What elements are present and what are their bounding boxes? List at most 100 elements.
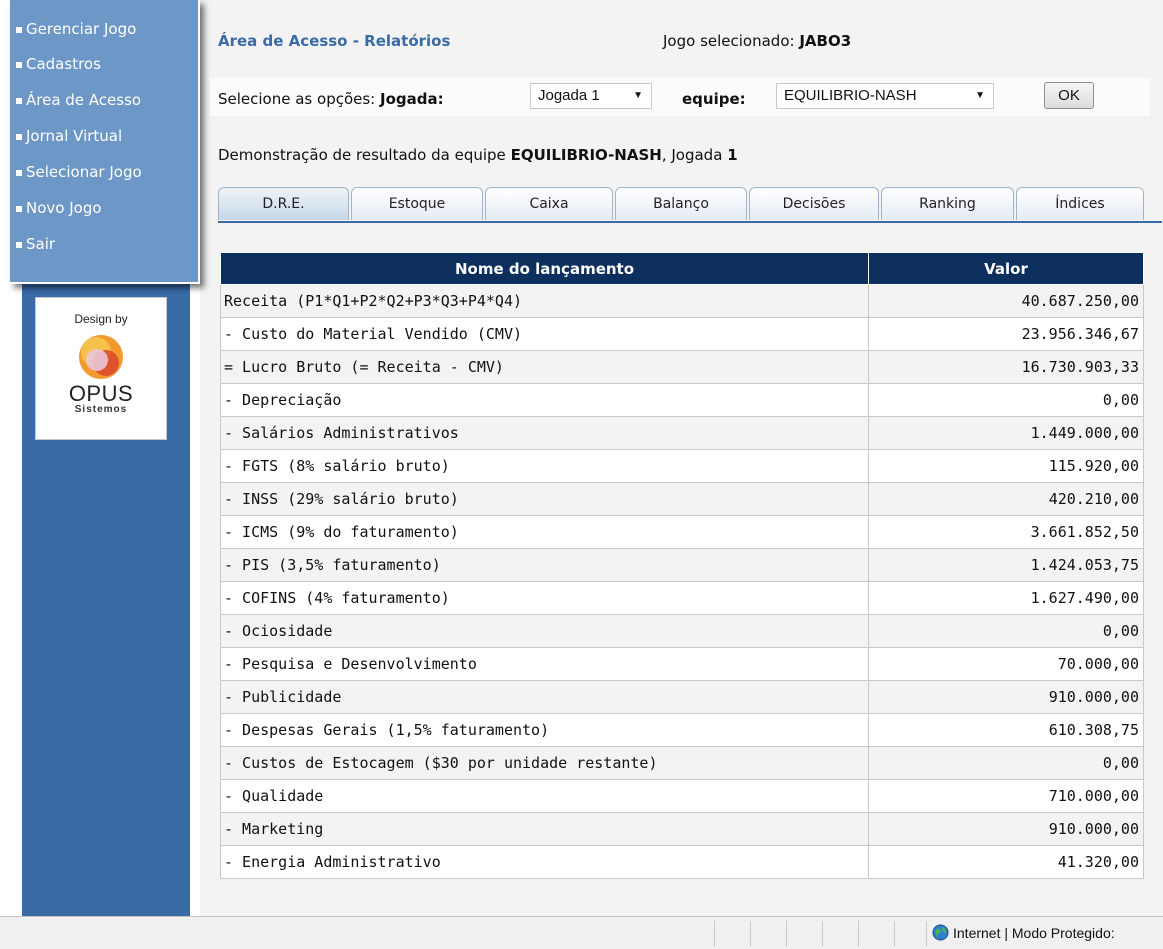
status-separator [822, 921, 823, 946]
dre-table: Nome do lançamento Valor Receita (P1*Q1+… [220, 252, 1144, 879]
row-value: 0,00 [868, 746, 1144, 780]
table-row: - Marketing 910.000,00 [220, 812, 1144, 846]
row-value: 420.210,00 [868, 482, 1144, 516]
row-value: 23.956.346,67 [868, 317, 1144, 351]
table-row: - INSS (29% salário bruto) 420.210,00 [220, 482, 1144, 516]
bullet-icon [16, 241, 22, 248]
row-label: - Qualidade [220, 779, 869, 813]
row-value: 910.000,00 [868, 812, 1144, 846]
tab-caixa[interactable]: Caixa [485, 187, 613, 220]
report-tabs: D.R.E. Estoque Caixa Balanço Decisões Ra… [218, 187, 1162, 223]
row-label: - Publicidade [220, 680, 869, 714]
table-row: - Depreciação 0,00 [220, 383, 1144, 417]
bullet-icon [16, 169, 22, 176]
ok-button[interactable]: OK [1044, 82, 1094, 109]
row-value: 0,00 [868, 383, 1144, 417]
bullet-icon [16, 26, 22, 33]
tab-indices[interactable]: Índices [1016, 187, 1144, 220]
menu-item-area-de-acesso[interactable]: Área de Acesso [16, 82, 198, 118]
security-zone[interactable]: Internet | Modo Protegido: [932, 924, 1115, 941]
selected-game-value: JABO3 [799, 32, 852, 50]
chevron-down-icon: ▼ [633, 90, 643, 101]
menu-item-cadastros[interactable]: Cadastros [16, 46, 198, 82]
menu-item-sair[interactable]: Sair [16, 226, 198, 262]
jogada-select-value: Jogada 1 [538, 87, 600, 104]
row-value: 710.000,00 [868, 779, 1144, 813]
table-row: - COFINS (4% faturamento) 1.627.490,00 [220, 581, 1144, 615]
options-bar: Selecione as opções: Jogada: Jogada 1 ▼ … [210, 78, 1150, 116]
security-zone-label: Internet | Modo Protegido: [953, 925, 1115, 941]
result-jogada: 1 [727, 146, 738, 164]
row-label: - INSS (29% salário bruto) [220, 482, 869, 516]
globe-icon [932, 924, 949, 941]
result-mid: , Jogada [661, 146, 723, 164]
row-label: - Custos de Estocagem ($30 por unidade r… [220, 746, 869, 780]
table-row: - Energia Administrativo 41.320,00 [220, 845, 1144, 879]
table-row: - ICMS (9% do faturamento) 3.661.852,50 [220, 515, 1144, 549]
table-row: = Lucro Bruto (= Receita - CMV) 16.730.90… [220, 350, 1144, 384]
row-label: - Ociosidade [220, 614, 869, 648]
row-label: - Depreciação [220, 383, 869, 417]
row-value: 1.627.490,00 [868, 581, 1144, 615]
row-value: 910.000,00 [868, 680, 1144, 714]
table-row: - Publicidade 910.000,00 [220, 680, 1144, 714]
row-label: - Despesas Gerais (1,5% faturamento) [220, 713, 869, 747]
row-label: = Lucro Bruto (= Receita - CMV) [220, 350, 869, 384]
bullet-icon [16, 97, 22, 104]
equipe-select[interactable]: EQUILIBRIO-NASH ▼ [776, 83, 994, 109]
tab-balanco[interactable]: Balanço [615, 187, 747, 220]
result-team: EQUILIBRIO-NASH [510, 146, 662, 164]
table-row: - FGTS (8% salário bruto) 115.920,00 [220, 449, 1144, 483]
opus-logo-icon [79, 335, 123, 379]
table-row: - Custo do Material Vendido (CMV) 23.956.… [220, 317, 1144, 351]
menu-item-selecionar-jogo[interactable]: Selecionar Jogo [16, 154, 198, 190]
status-separator [926, 921, 927, 946]
menu-item-label: Gerenciar Jogo [26, 20, 137, 38]
row-value: 610.308,75 [868, 713, 1144, 747]
bullet-icon [16, 205, 22, 212]
table-row: - Custos de Estocagem ($30 por unidade r… [220, 746, 1144, 780]
logo-subtitle: Sistemos [74, 404, 128, 415]
row-label: - Custo do Material Vendido (CMV) [220, 317, 869, 351]
menu-item-label: Jornal Virtual [26, 127, 123, 145]
menu-item-label: Cadastros [26, 55, 101, 73]
row-value: 115.920,00 [868, 449, 1144, 483]
menu-item-novo-jogo[interactable]: Novo Jogo [16, 190, 198, 226]
status-separator [858, 921, 859, 946]
selected-game-label: Jogo selecionado: [663, 32, 795, 50]
row-label: - ICMS (9% do faturamento) [220, 515, 869, 549]
row-label: - FGTS (8% salário bruto) [220, 449, 869, 483]
row-label: - Salários Administrativos [220, 416, 869, 450]
opus-logo[interactable]: Design by OPUS Sistemos [35, 297, 167, 440]
table-header-row: Nome do lançamento Valor [220, 252, 1144, 285]
tab-estoque[interactable]: Estoque [351, 187, 483, 220]
row-value: 41.320,00 [868, 845, 1144, 879]
row-value: 16.730.903,33 [868, 350, 1144, 384]
row-value: 40.687.250,00 [868, 284, 1144, 318]
logo-design-by: Design by [74, 312, 128, 326]
equipe-label: equipe: [682, 90, 746, 108]
bullet-icon [16, 61, 22, 68]
row-value: 1.424.053,75 [868, 548, 1144, 582]
selected-game: Jogo selecionado: JABO3 [663, 32, 851, 50]
page-title: Área de Acesso - Relatórios [218, 32, 451, 50]
browser-page: Gerenciar Jogo Cadastros Área de Acesso … [0, 0, 1163, 949]
browser-status-bar: Internet | Modo Protegido: [0, 916, 1163, 949]
table-row: - Despesas Gerais (1,5% faturamento) 610.… [220, 713, 1144, 747]
menu-item-label: Selecionar Jogo [26, 163, 142, 181]
menu-item-gerenciar-jogo[interactable]: Gerenciar Jogo [16, 16, 198, 46]
options-label: Selecione as opções: Jogada: [218, 90, 444, 108]
status-separator [894, 921, 895, 946]
menu-item-jornal-virtual[interactable]: Jornal Virtual [16, 118, 198, 154]
row-label: - Marketing [220, 812, 869, 846]
tab-decisoes[interactable]: Decisões [749, 187, 879, 220]
main-menu: Gerenciar Jogo Cadastros Área de Acesso … [10, 0, 200, 284]
column-header-nome: Nome do lançamento [220, 252, 869, 285]
table-row: - Pesquisa e Desenvolvimento 70.000,00 [220, 647, 1144, 681]
tab-ranking[interactable]: Ranking [881, 187, 1014, 220]
status-separator [714, 921, 715, 946]
jogada-select[interactable]: Jogada 1 ▼ [530, 83, 652, 109]
column-header-valor: Valor [868, 252, 1144, 285]
dre-table-container[interactable]: Nome do lançamento Valor Receita (P1*Q1+… [220, 252, 1162, 916]
tab-dre[interactable]: D.R.E. [218, 187, 349, 220]
